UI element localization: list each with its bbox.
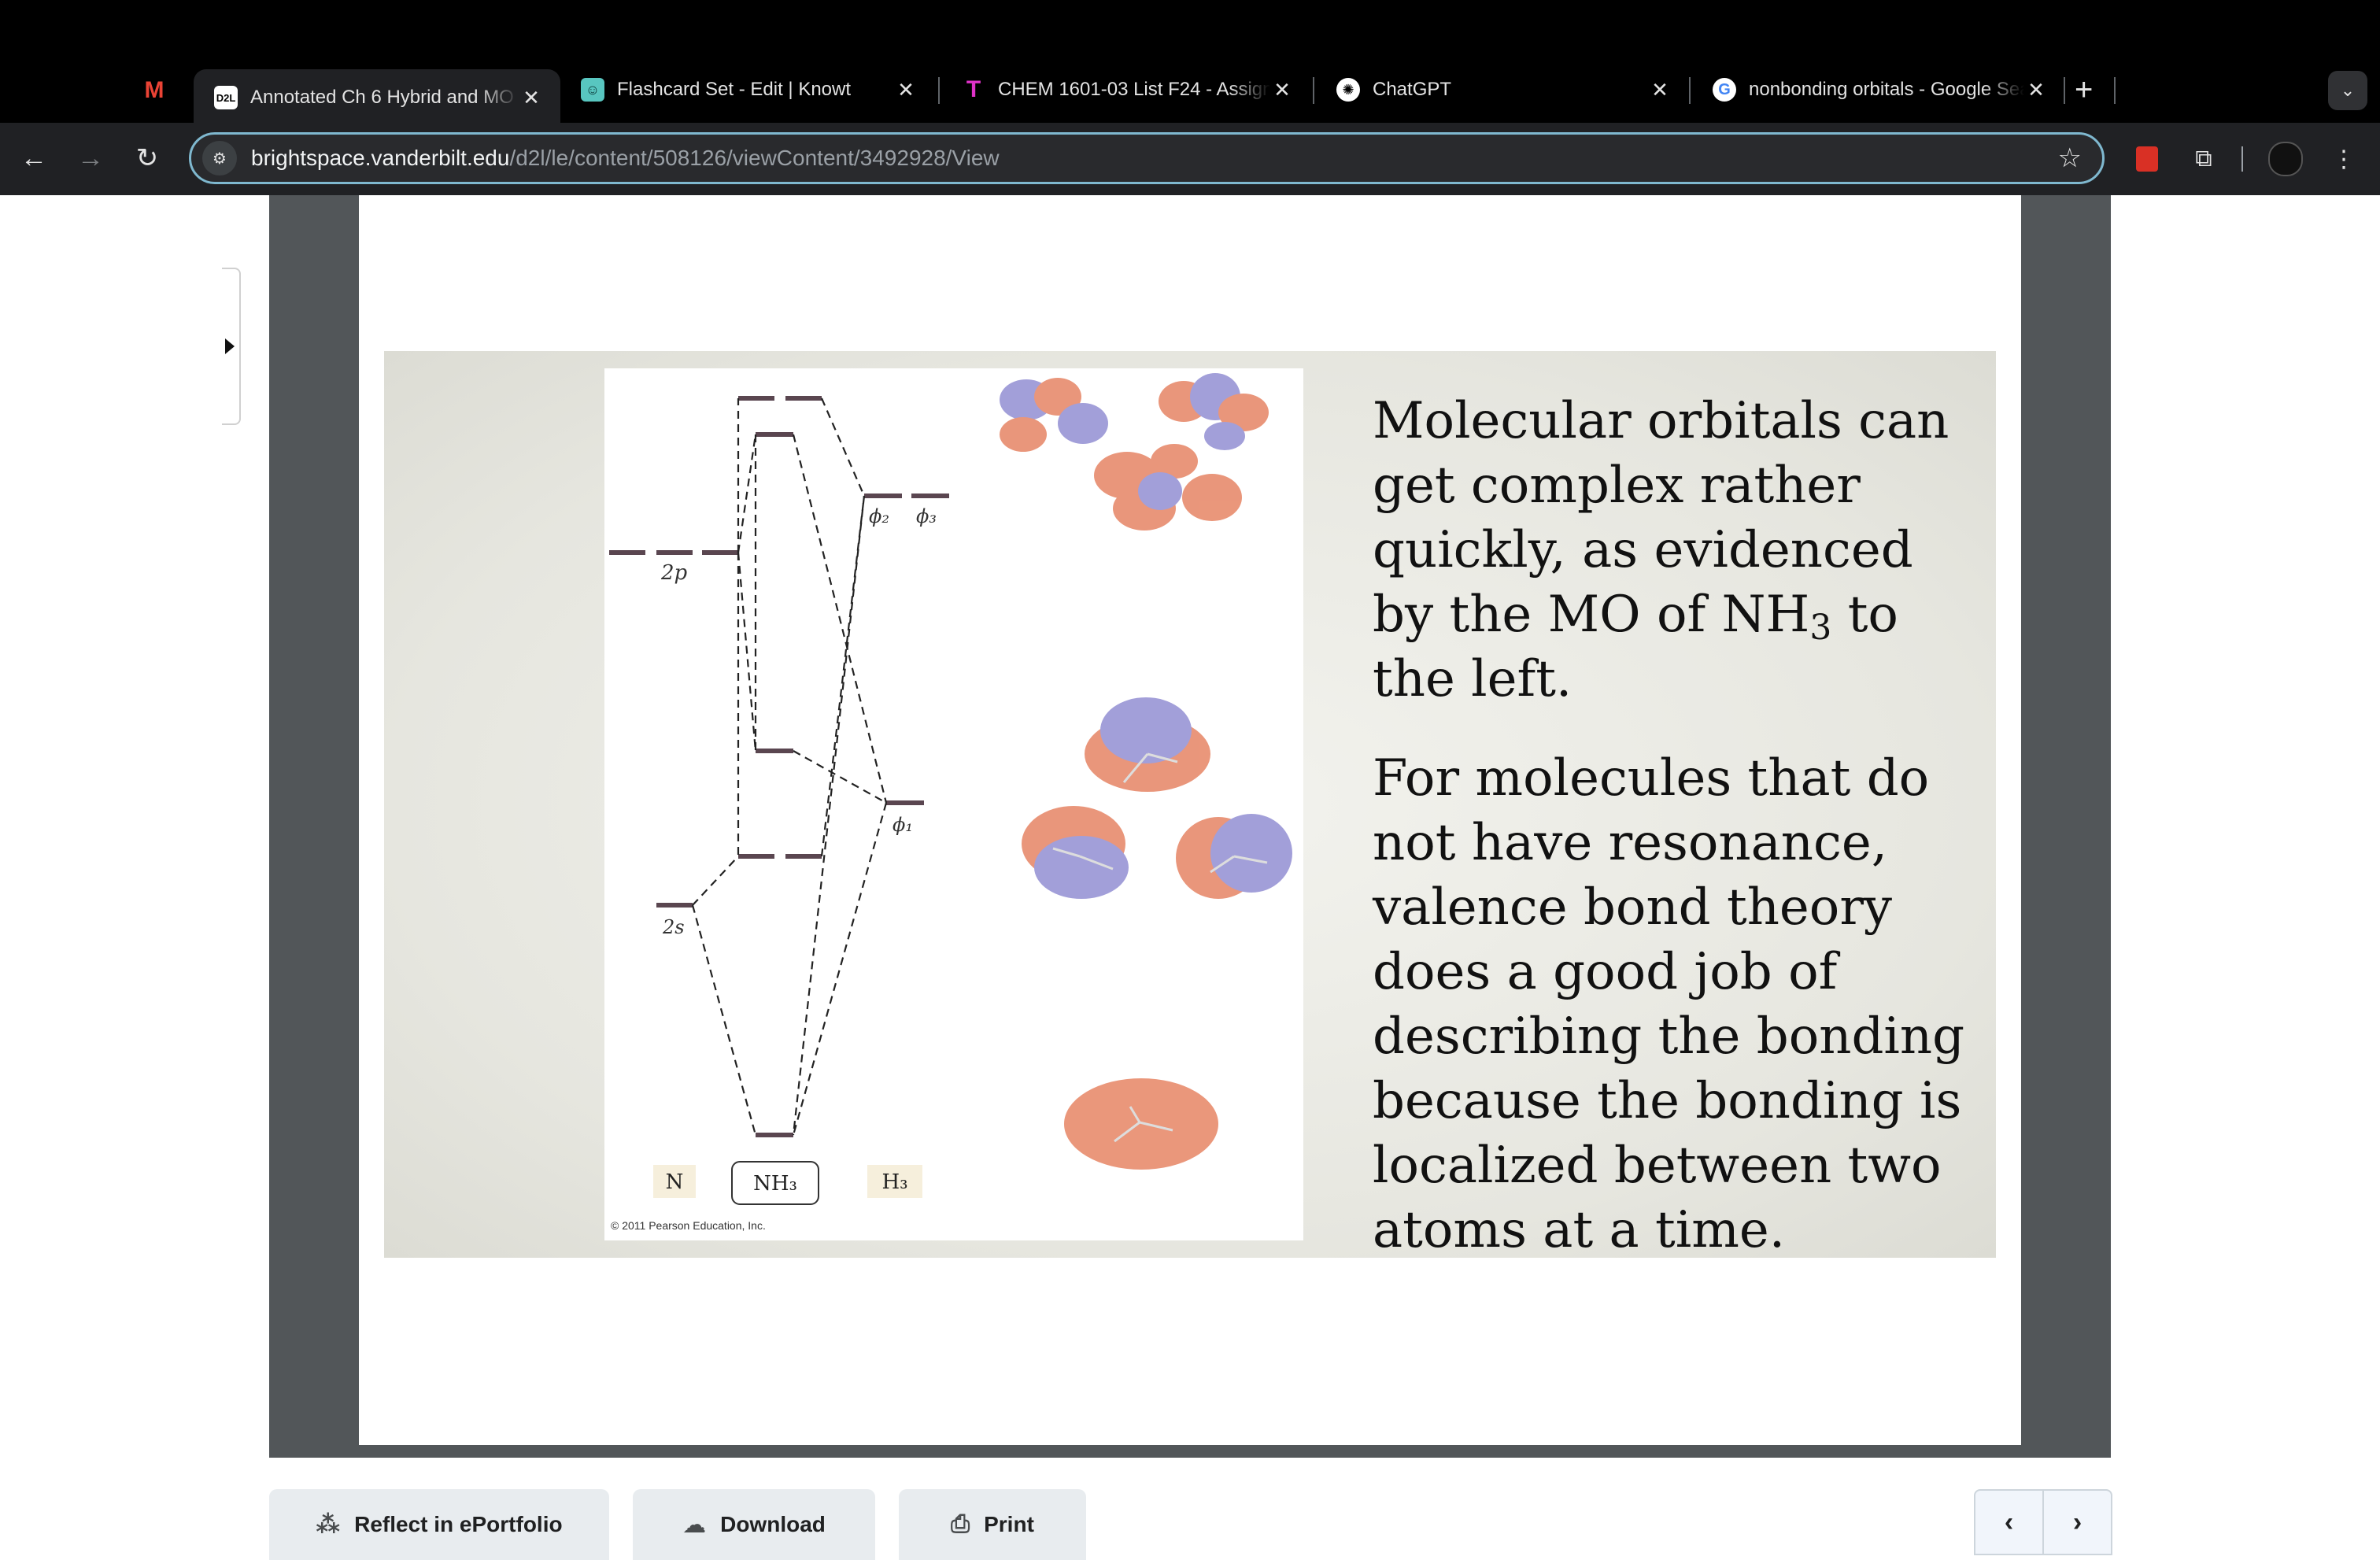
tab-search-chevron-down-icon[interactable]: ⌄ (2328, 71, 2367, 110)
tab-separator (2064, 77, 2065, 104)
label-2p: 2p (660, 561, 688, 585)
tab-separator (1313, 77, 1314, 104)
close-icon[interactable]: ✕ (2024, 78, 2048, 102)
label-phi3: ϕ₃ (916, 505, 937, 527)
label-H3: H₃ (881, 1170, 907, 1194)
back-arrow-icon[interactable]: ← (16, 140, 52, 176)
google-icon: G (1713, 78, 1736, 102)
copyright-text: © 2011 Pearson Education, Inc. (611, 1219, 766, 1232)
profile-avatar[interactable] (2268, 142, 2303, 176)
tab-chem1601[interactable]: T CHEM 1601-03 List F24 - Assignment ✕ (941, 69, 1311, 110)
address-bar[interactable]: ⚙ brightspace.vanderbilt.edu/d2l/le/cont… (189, 132, 2105, 184)
label-phi2: ϕ₂ (869, 505, 889, 527)
close-icon[interactable]: ✕ (1648, 78, 1672, 102)
reflect-label: Reflect in ePortfolio (354, 1512, 563, 1536)
next-topic-chevron-right-icon[interactable]: › (2042, 1491, 2111, 1554)
topic-pager: ‹ › (1974, 1489, 2112, 1555)
tab-separator (1689, 77, 1691, 104)
d2l-icon: D2L (214, 86, 238, 109)
download-label: Download (720, 1512, 826, 1536)
pdf-viewer[interactable]: 2p 2s ϕ₂ ϕ₃ ϕ₁ N NH₃ H₃ © 2011 Pearson E… (269, 195, 2111, 1458)
toolbar-separator (2241, 146, 2243, 172)
close-icon[interactable]: ✕ (1270, 78, 1294, 102)
orbital-images (1000, 373, 1292, 1170)
tab-google-search[interactable]: G nonbonding orbitals - Google Search ✕ (1692, 69, 2065, 110)
reflect-eportfolio-button[interactable]: ⁂ Reflect in ePortfolio (269, 1489, 609, 1560)
label-2s: 2s (662, 916, 685, 938)
site-info-tune-icon[interactable]: ⚙ (202, 141, 237, 176)
slide-text: Molecular orbitals can get complex rathe… (1373, 389, 1986, 1297)
knowt-icon: ☺ (581, 78, 604, 102)
cloud-download-icon: ☁ (682, 1511, 707, 1538)
page-content: 2p 2s ϕ₂ ϕ₃ ϕ₁ N NH₃ H₃ © 2011 Pearson E… (0, 195, 2380, 1560)
extensions-puzzle-icon[interactable]: ⧉ (2186, 142, 2221, 176)
correlation-lines (691, 397, 888, 1136)
nh3-mo-diagram: 2p 2s ϕ₂ ϕ₃ ϕ₁ N NH₃ H₃ © 2011 Pearson E… (609, 373, 1292, 1232)
printer-icon: ⎙ (951, 1511, 970, 1537)
slide-paragraph-1: Molecular orbitals can get complex rathe… (1373, 389, 1986, 712)
slide-paragraph-2: For molecules that do not have resonance… (1373, 749, 1965, 1259)
tab-title: CHEM 1601-03 List F24 - Assignment (998, 79, 1270, 100)
energy-levels (609, 396, 949, 1137)
tab-strip: M D2L Annotated Ch 6 Hybrid and MO ✕ ☺ F… (0, 0, 2380, 126)
url-text[interactable]: brightspace.vanderbilt.edu/d2l/le/conten… (251, 146, 1000, 171)
label-N: N (666, 1170, 684, 1194)
subscript-3: 3 (1809, 608, 1832, 648)
close-icon[interactable]: ✕ (519, 86, 543, 110)
slide-page: 2p 2s ϕ₂ ϕ₃ ϕ₁ N NH₃ H₃ © 2011 Pearson E… (359, 195, 2021, 1445)
url-path: /d2l/le/content/508126/viewContent/34929… (509, 146, 1000, 170)
more-menu-icon[interactable]: ⋮ (2326, 142, 2361, 176)
bookmark-star-icon[interactable]: ☆ (2058, 142, 2082, 174)
gmail-pinned-tab[interactable]: M (139, 77, 170, 104)
tab-title: ChatGPT (1373, 79, 1452, 100)
reload-icon[interactable]: ↻ (129, 140, 165, 176)
print-button[interactable]: ⎙ Print (899, 1489, 1086, 1560)
tab-title: nonbonding orbitals - Google Search (1749, 79, 2024, 100)
expand-triangle-icon (225, 338, 235, 354)
label-NH3: NH₃ (753, 1172, 797, 1196)
slide: 2p 2s ϕ₂ ϕ₃ ϕ₁ N NH₃ H₃ © 2011 Pearson E… (384, 351, 1996, 1259)
gmail-icon: M (144, 77, 164, 103)
tophat-icon: T (966, 76, 981, 102)
url-host: brightspace.vanderbilt.edu (251, 146, 510, 170)
tab-separator (2114, 77, 2116, 104)
print-label: Print (984, 1512, 1034, 1536)
tab-separator (938, 77, 940, 104)
mo-diagram-figure: 2p 2s ϕ₂ ϕ₃ ϕ₁ N NH₃ H₃ © 2011 Pearson E… (604, 368, 1303, 1240)
pdf-extension-icon[interactable] (2130, 142, 2164, 176)
tab-title: Flashcard Set - Edit | Knowt (617, 79, 852, 100)
close-icon[interactable]: ✕ (894, 78, 918, 102)
new-tab-plus-icon[interactable]: + (2075, 74, 2093, 105)
previous-topic-chevron-left-icon[interactable]: ‹ (1975, 1491, 2042, 1554)
toc-toggle-handle[interactable] (222, 268, 241, 425)
tab-annotated-ch6[interactable]: D2L Annotated Ch 6 Hybrid and MO ✕ (194, 69, 560, 126)
eportfolio-icon: ⁂ (316, 1511, 341, 1538)
tab-chatgpt[interactable]: ✺ ChatGPT ✕ (1316, 69, 1689, 110)
label-phi1: ϕ₁ (893, 814, 913, 836)
forward-arrow-icon[interactable]: → (72, 140, 109, 176)
tab-knowt[interactable]: ☺ Flashcard Set - Edit | Knowt ✕ (560, 69, 935, 110)
download-button[interactable]: ☁ Download (633, 1489, 875, 1560)
tab-title: Annotated Ch 6 Hybrid and MO (250, 87, 514, 108)
chatgpt-icon: ✺ (1336, 78, 1360, 102)
